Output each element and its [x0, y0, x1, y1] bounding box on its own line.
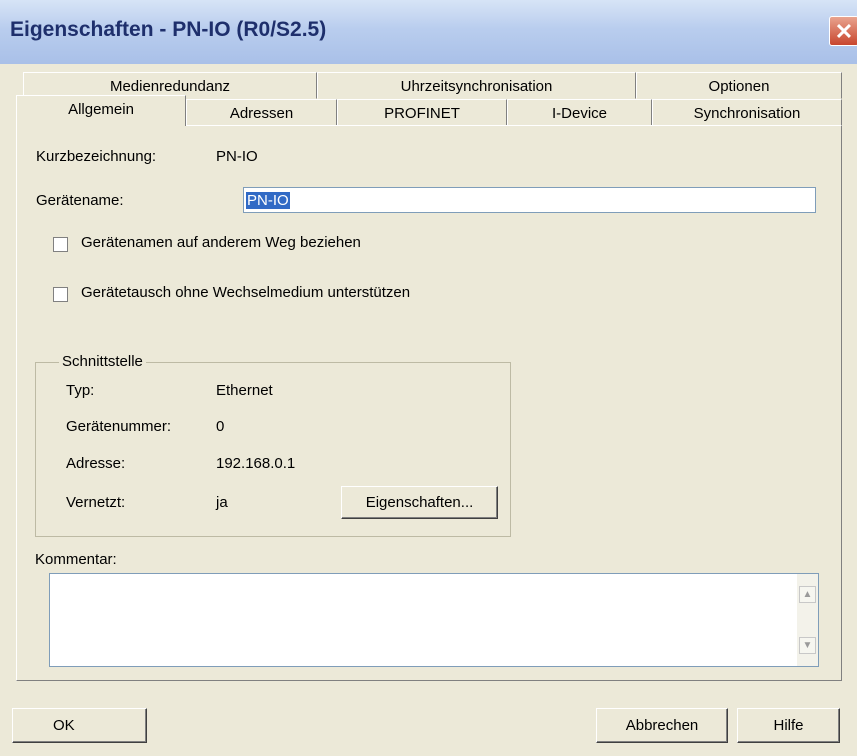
type-label: Typ:	[66, 382, 95, 399]
tab-profinet[interactable]: PROFINET	[337, 99, 507, 126]
tab-synchronisation[interactable]: Synchronisation	[652, 99, 842, 126]
short-name-label: Kurzbezeichnung:	[36, 148, 157, 165]
comment-textarea[interactable]: ▲ ▼	[49, 573, 819, 667]
device-name-label: Gerätename:	[36, 192, 124, 209]
tab-optionen[interactable]: Optionen	[636, 72, 842, 99]
tab-adressen[interactable]: Adressen	[186, 99, 337, 126]
close-button[interactable]: ✕	[829, 16, 857, 46]
comment-label: Kommentar:	[35, 551, 117, 568]
type-value: Ethernet	[216, 382, 273, 399]
address-value: 192.168.0.1	[216, 455, 296, 472]
obtain-name-other-way-checkbox[interactable]	[53, 237, 68, 252]
window-title: Eigenschaften - PN-IO (R0/S2.5)	[10, 18, 327, 41]
comment-scrollbar[interactable]: ▲ ▼	[797, 574, 818, 666]
interface-properties-button[interactable]: Eigenschaften...	[341, 486, 498, 519]
cancel-button[interactable]: Abbrechen	[596, 708, 728, 743]
networked-value: ja	[216, 494, 228, 511]
short-name-value: PN-IO	[216, 148, 258, 165]
interface-legend: Schnittstelle	[59, 353, 146, 370]
tab-allgemein[interactable]: Allgemein	[16, 95, 186, 126]
ok-button[interactable]: OK	[12, 708, 147, 743]
scroll-up-icon[interactable]: ▲	[799, 586, 816, 603]
close-icon: ✕	[834, 19, 854, 44]
scroll-down-icon[interactable]: ▼	[799, 637, 816, 654]
title-bar[interactable]: Eigenschaften - PN-IO (R0/S2.5) ✕	[0, 0, 857, 64]
obtain-name-other-way-label: Gerätenamen auf anderem Weg beziehen	[81, 234, 361, 251]
networked-label: Vernetzt:	[66, 494, 126, 511]
properties-dialog: Eigenschaften - PN-IO (R0/S2.5) ✕ Medien…	[0, 0, 857, 756]
device-number-label: Gerätenummer:	[66, 418, 172, 435]
device-replace-label: Gerätetausch ohne Wechselmedium unterstü…	[81, 284, 411, 301]
help-button[interactable]: Hilfe	[737, 708, 840, 743]
device-replace-checkbox[interactable]	[53, 287, 68, 302]
tab-uhrzeitsynchronisation[interactable]: Uhrzeitsynchronisation	[317, 72, 636, 99]
address-label: Adresse:	[66, 455, 126, 472]
device-name-input[interactable]: PN-IO	[243, 187, 816, 213]
tab-i-device[interactable]: I-Device	[507, 99, 652, 126]
device-number-value: 0	[216, 418, 225, 435]
